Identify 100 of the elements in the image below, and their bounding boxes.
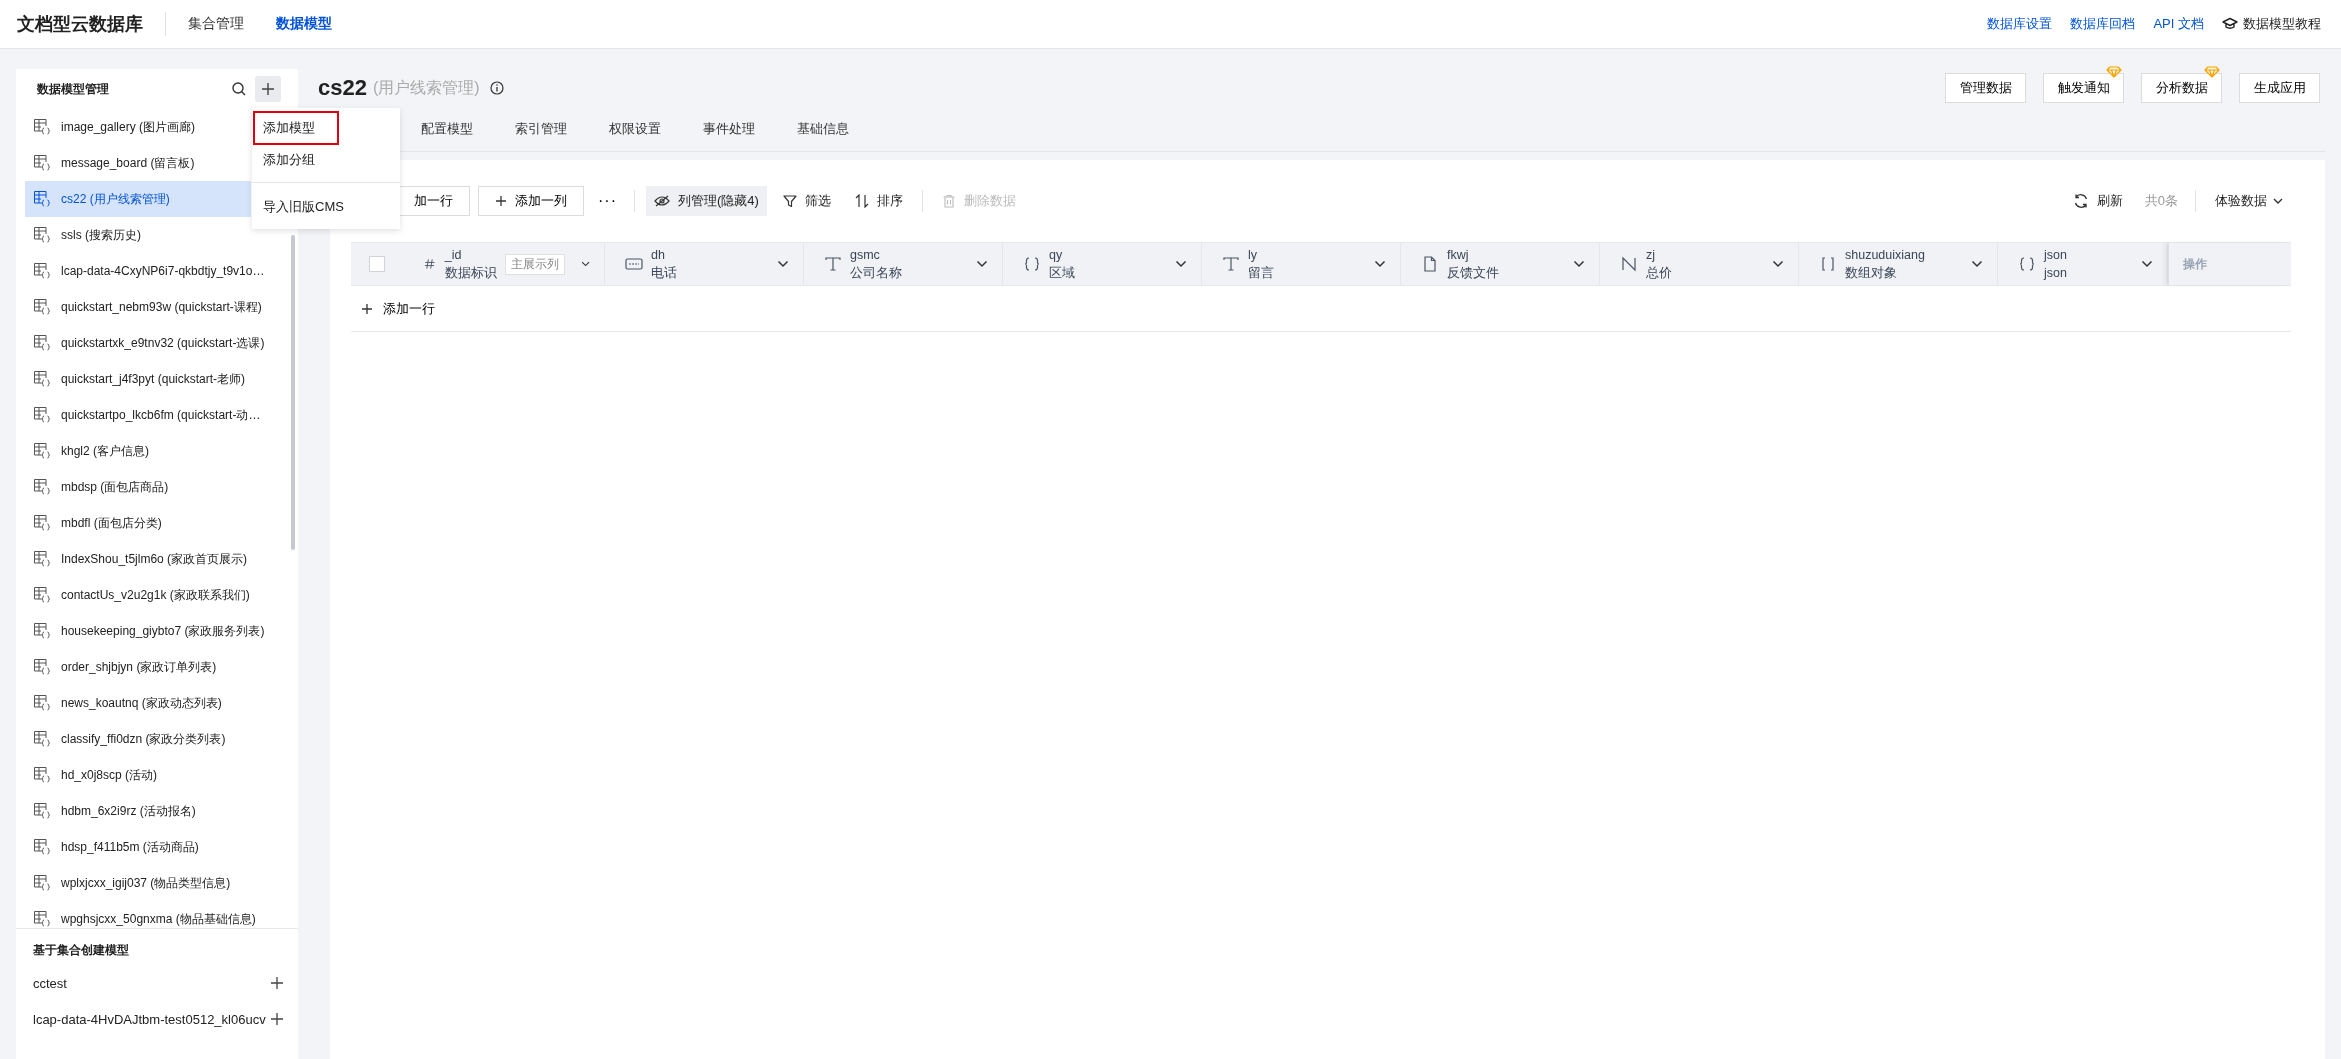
menu-item[interactable]: 添加模型 <box>253 111 339 145</box>
table-braces-icon <box>33 910 51 928</box>
model-item[interactable]: hdsp_f411b5m (活动商品) <box>25 829 280 865</box>
model-item[interactable]: contactUs_v2u2g1k (家政联系我们) <box>25 577 280 613</box>
model-item[interactable]: quickstartpo_lkcb6fm (quickstart-动… <box>25 397 280 433</box>
model-item[interactable]: mbdfl (面包店分类) <box>25 505 280 541</box>
table-braces-icon <box>33 370 51 388</box>
table-braces-icon <box>33 190 51 208</box>
table-braces-icon <box>33 802 51 820</box>
column-label: 电话 <box>651 265 677 282</box>
nav-tab[interactable]: 数据模型 <box>276 15 332 33</box>
column-label: 区域 <box>1049 265 1075 282</box>
table-braces-icon <box>33 622 51 640</box>
column-name: zj <box>1646 247 1657 264</box>
chevron-down-icon[interactable] <box>1772 260 1784 268</box>
model-item[interactable]: wpghsjcxx_50gnxma (物品基础信息) <box>25 901 280 928</box>
column-label: json <box>2044 265 2067 282</box>
chevron-down-icon[interactable] <box>1175 260 1187 268</box>
model-item[interactable]: housekeeping_giybto7 (家政服务列表) <box>25 613 280 649</box>
model-item[interactable]: wplxjcxx_igij037 (物品类型信息) <box>25 865 280 901</box>
tab[interactable]: 权限设置 <box>609 108 661 150</box>
filter-button[interactable]: 筛选 <box>774 186 839 216</box>
chevron-down-icon[interactable] <box>976 260 988 268</box>
info-icon[interactable] <box>489 81 504 95</box>
data-mode-dropdown[interactable]: 体验数据 <box>2207 186 2291 216</box>
tab[interactable]: 索引管理 <box>515 108 567 150</box>
file-icon <box>1421 256 1439 272</box>
phone-field-icon <box>625 256 643 272</box>
text-icon <box>824 256 842 272</box>
column-name: gsmc <box>850 247 881 264</box>
model-item[interactable]: khgl2 (客户信息) <box>25 433 280 469</box>
plus-icon[interactable] <box>270 976 284 990</box>
sidebar-title: 数据模型管理 <box>37 80 109 98</box>
menu-item[interactable]: 导入旧版CMS <box>253 190 354 224</box>
header-link[interactable]: 数据库设置 <box>1987 15 2053 33</box>
model-item[interactable]: quickstart_nebm93w (quickstart-课程) <box>25 289 280 325</box>
tab[interactable]: 配置模型 <box>421 108 473 150</box>
primary-column-tag: 主展示列 <box>504 253 565 275</box>
more-button[interactable]: ··· <box>592 192 623 210</box>
table-braces-icon <box>33 586 51 604</box>
action-button[interactable]: 管理数据 <box>1945 73 2026 103</box>
model-item[interactable]: image_gallery (图片画廊) <box>25 109 251 145</box>
braces-icon <box>1023 256 1041 272</box>
action-button[interactable]: 分析数据 <box>2141 73 2222 103</box>
chevron-down-icon[interactable] <box>1573 260 1585 268</box>
model-item[interactable]: classify_ffi0dzn (家政分类列表) <box>25 721 280 757</box>
menu-item[interactable]: 添加分组 <box>253 143 339 177</box>
chevron-down-icon[interactable] <box>580 260 590 268</box>
model-item[interactable]: mbdsp (面包店商品) <box>25 469 280 505</box>
model-item[interactable]: cs22 (用户线索管理) <box>25 181 251 217</box>
search-icon[interactable] <box>231 81 247 97</box>
refresh-button[interactable]: 刷新 <box>2064 186 2131 216</box>
trash-icon <box>941 194 956 208</box>
header-link[interactable]: 数据库回档 <box>2070 15 2136 33</box>
action-button[interactable]: 生成应用 <box>2239 73 2320 103</box>
chevron-down-icon[interactable] <box>2141 260 2153 268</box>
sort-button[interactable]: 排序 <box>846 186 911 216</box>
table-braces-icon <box>33 478 51 496</box>
column-label: 总价 <box>1646 265 1672 282</box>
nav-tab[interactable]: 集合管理 <box>188 15 244 33</box>
header-link[interactable]: API 文档 <box>2153 15 2204 33</box>
model-item[interactable]: hdbm_6x2i9rz (活动报名) <box>25 793 280 829</box>
model-item[interactable]: news_koautnq (家政动态列表) <box>25 685 280 721</box>
table-braces-icon <box>33 766 51 784</box>
chevron-down-icon[interactable] <box>1971 260 1983 268</box>
record-count: 共0条 <box>2144 192 2178 210</box>
refresh-icon <box>2072 193 2089 209</box>
model-item[interactable]: message_board (留言板) <box>25 145 251 181</box>
model-item[interactable]: IndexShou_t5jlm6o (家政首页展示) <box>25 541 280 577</box>
plus-icon[interactable] <box>270 1012 284 1026</box>
brackets-icon <box>1819 256 1837 272</box>
model-item[interactable]: hd_x0j8scp (活动) <box>25 757 280 793</box>
tab[interactable]: 事件处理 <box>703 108 755 150</box>
model-item[interactable]: lcap-data-4CxyNP6i7-qkbdtjy_t9v1o… <box>25 253 280 289</box>
column-name: fkwj <box>1447 247 1470 264</box>
tutorial-link[interactable]: 数据模型教程 <box>2222 15 2321 33</box>
number-icon <box>1620 256 1638 272</box>
column-label: 数据标识 <box>444 265 497 282</box>
table-braces-icon <box>33 874 51 892</box>
model-item[interactable]: quickstartxk_e9tnv32 (quickstart-选课) <box>25 325 280 361</box>
plus-icon <box>261 82 275 96</box>
chevron-down-icon[interactable] <box>1374 260 1386 268</box>
chevron-down-icon[interactable] <box>777 260 789 268</box>
braces-icon <box>2018 256 2036 272</box>
action-button[interactable]: 触发通知 <box>2043 73 2124 103</box>
sort-icon <box>854 194 869 208</box>
model-item[interactable]: quickstart_j4f3pyt (quickstart-老师) <box>25 361 280 397</box>
tab[interactable]: 基础信息 <box>797 108 849 150</box>
add-column-button[interactable]: 添加一列 <box>478 186 584 216</box>
table-braces-icon <box>33 334 51 352</box>
model-item[interactable]: ssls (搜索历史) <box>25 217 251 253</box>
collection-name: lcap-data-4HvDAJtbm-test0512_kl06ucv <box>33 1011 266 1027</box>
chevron-down-icon <box>2273 197 2283 205</box>
add-row-link[interactable]: 添加一行 <box>351 299 445 318</box>
column-manage-button[interactable]: 列管理(隐藏4) <box>646 186 767 216</box>
checkbox[interactable] <box>369 256 385 272</box>
add-button[interactable] <box>255 76 281 102</box>
table-braces-icon <box>33 442 51 460</box>
eye-icon <box>654 195 670 207</box>
model-item[interactable]: order_shjbjyn (家政订单列表) <box>25 649 280 685</box>
